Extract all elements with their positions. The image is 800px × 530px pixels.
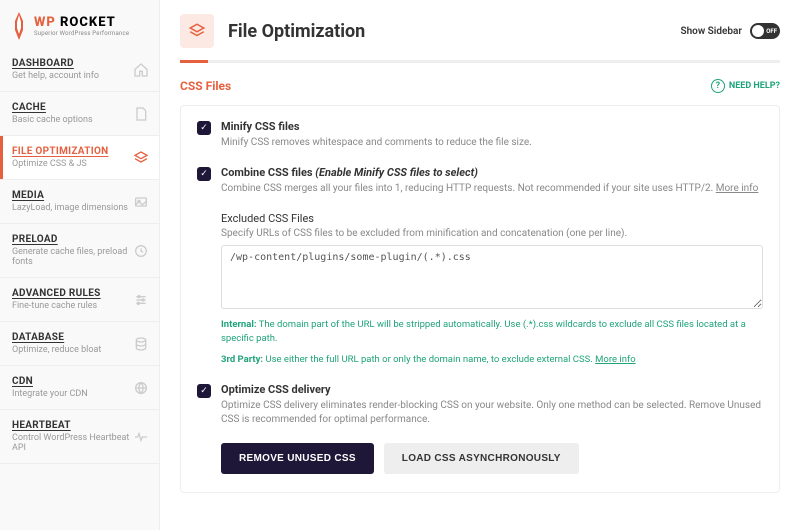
excluded-desc: Specify URLs of CSS files to be excluded… bbox=[221, 228, 763, 239]
sidebar-item-heartbeat[interactable]: HEARTBEATControl WordPress Heartbeat API bbox=[0, 410, 159, 464]
home-icon bbox=[133, 62, 149, 78]
hint-3rd-party: 3rd Party: Use either the full URL path … bbox=[221, 353, 763, 367]
load-css-async-button[interactable]: LOAD CSS ASYNCHRONOUSLY bbox=[384, 443, 579, 474]
combine-more-info-link[interactable]: More info bbox=[716, 183, 759, 194]
sliders-icon bbox=[133, 292, 149, 308]
sidebar-item-media[interactable]: MEDIALazyLoad, image dimensions bbox=[0, 180, 159, 224]
combine-css-checkbox[interactable]: ✓ bbox=[197, 167, 211, 181]
option-minify-css: ✓ Minify CSS files Minify CSS removes wh… bbox=[197, 120, 763, 150]
database-icon bbox=[133, 336, 149, 352]
minify-css-title: Minify CSS files bbox=[221, 120, 763, 133]
sidebar-item-advanced-rules[interactable]: ADVANCED RULESFine-tune cache rules bbox=[0, 278, 159, 322]
sidebar-item-cache[interactable]: CACHEBasic cache options bbox=[0, 92, 159, 136]
header-layers-icon bbox=[180, 14, 214, 48]
rocket-icon bbox=[10, 12, 28, 40]
logo: WP ROCKET Superior WordPress Performance bbox=[0, 0, 159, 48]
option-combine-css: ✓ Combine CSS files (Enable Minify CSS f… bbox=[197, 166, 763, 196]
sidebar-item-cdn[interactable]: CDNIntegrate your CDN bbox=[0, 366, 159, 410]
remove-unused-css-button[interactable]: REMOVE UNUSED CSS bbox=[221, 443, 374, 474]
optimize-title: Optimize CSS delivery bbox=[221, 383, 763, 396]
main: File Optimization Show Sidebar OFF CSS F… bbox=[160, 0, 800, 530]
images-icon bbox=[133, 194, 149, 210]
page-title: File Optimization bbox=[228, 21, 666, 42]
logo-tagline: Superior WordPress Performance bbox=[34, 31, 129, 37]
heartbeat-icon bbox=[133, 429, 149, 445]
thirdparty-more-info-link[interactable]: More info bbox=[595, 354, 636, 365]
minify-css-checkbox[interactable]: ✓ bbox=[197, 121, 211, 135]
section-title: CSS Files bbox=[180, 79, 231, 93]
option-optimize-delivery: ✓ Optimize CSS delivery Optimize CSS del… bbox=[197, 383, 763, 427]
toggle-switch[interactable]: OFF bbox=[750, 23, 780, 39]
help-icon: ? bbox=[711, 79, 725, 93]
optimize-desc: Optimize CSS delivery eliminates render-… bbox=[221, 399, 763, 427]
sidebar-item-preload[interactable]: PRELOADGenerate cache files, preload fon… bbox=[0, 224, 159, 278]
sidebar-item-dashboard[interactable]: DASHBOARDGet help, account info bbox=[0, 48, 159, 92]
excluded-css-textarea[interactable] bbox=[221, 245, 763, 309]
minify-css-desc: Minify CSS removes whitespace and commen… bbox=[221, 136, 763, 150]
sidebar-item-file-optimization[interactable]: FILE OPTIMIZATIONOptimize CSS & JS bbox=[0, 136, 159, 180]
logo-wp: WP bbox=[34, 15, 56, 30]
globe-icon bbox=[133, 380, 149, 396]
show-sidebar-toggle[interactable]: Show Sidebar OFF bbox=[680, 23, 780, 39]
file-icon bbox=[133, 106, 149, 122]
content: CSS Files ? NEED HELP? ✓ Minify CSS file… bbox=[160, 63, 800, 530]
sidebar: WP ROCKET Superior WordPress Performance… bbox=[0, 0, 160, 530]
css-panel: ✓ Minify CSS files Minify CSS removes wh… bbox=[180, 105, 780, 493]
optimize-delivery-checkbox[interactable]: ✓ bbox=[197, 384, 211, 398]
nav: DASHBOARDGet help, account info CACHEBas… bbox=[0, 48, 159, 530]
excluded-title: Excluded CSS Files bbox=[221, 212, 763, 225]
page-header: File Optimization Show Sidebar OFF bbox=[160, 0, 800, 48]
clock-icon bbox=[133, 243, 149, 259]
hint-internal: Internal: The domain part of the URL wil… bbox=[221, 318, 763, 347]
combine-css-title: Combine CSS files (Enable Minify CSS fil… bbox=[221, 166, 763, 179]
need-help-link[interactable]: ? NEED HELP? bbox=[711, 79, 780, 93]
sidebar-item-database[interactable]: DATABASEOptimize, reduce bloat bbox=[0, 322, 159, 366]
combine-css-desc: Combine CSS merges all your files into 1… bbox=[221, 182, 763, 196]
layers-icon bbox=[133, 150, 149, 166]
logo-rocket: ROCKET bbox=[60, 15, 116, 30]
excluded-css-block: Excluded CSS Files Specify URLs of CSS f… bbox=[221, 212, 763, 367]
tab-indicator bbox=[180, 60, 780, 63]
